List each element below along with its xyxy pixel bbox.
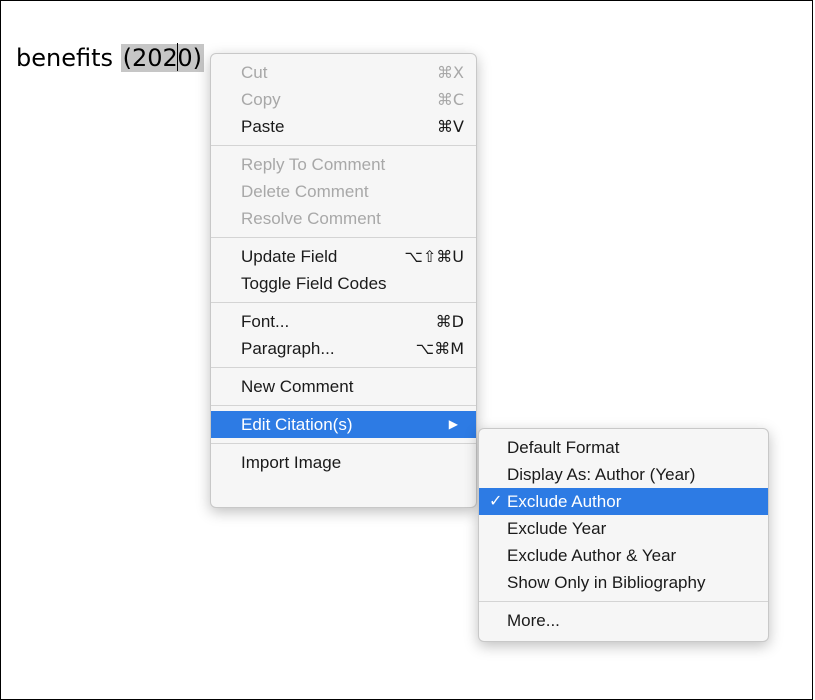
menu-item-label: Update Field [241,247,338,266]
citation-field[interactable]: (2020) [120,43,204,72]
submenu-item-show-only-in-bibliography[interactable]: Show Only in Bibliography [479,569,768,596]
menu-separator [211,405,476,406]
menu-item-update-field[interactable]: Update Field ⌥⇧⌘U [211,243,476,270]
menu-item-resolve-comment[interactable]: Resolve Comment [211,205,476,232]
submenu-item-exclude-author[interactable]: ✓ Exclude Author [479,488,768,515]
menu-item-label: Exclude Author [507,492,622,511]
shortcut-label: ⌘V [437,117,464,136]
shortcut-label: ⌘X [437,63,464,82]
document-text[interactable]: benefits (2020) [16,42,204,74]
menu-item-reply-to-comment[interactable]: Reply To Comment [211,151,476,178]
menu-item-toggle-field-codes[interactable]: Toggle Field Codes [211,270,476,297]
menu-item-label: Delete Comment [241,182,369,201]
menu-item-label: Edit Citation(s) [241,415,353,434]
menu-item-label: Cut [241,63,268,82]
menu-separator [479,601,768,602]
menu-item-label: Reply To Comment [241,155,386,174]
document-text-plain: benefits [16,44,121,72]
menu-item-label: Resolve Comment [241,209,381,228]
menu-separator [211,367,476,368]
submenu-item-display-as-author-year[interactable]: Display As: Author (Year) [479,461,768,488]
menu-separator [211,145,476,146]
citation-field-text-start: (202 [122,44,178,72]
menu-item-label: Paragraph... [241,339,335,358]
menu-item-label: Font... [241,312,290,331]
submenu-item-exclude-year[interactable]: Exclude Year [479,515,768,542]
menu-item-label: Default Format [507,438,620,457]
menu-item-font[interactable]: Font... ⌘D [211,308,476,335]
menu-item-label: Show Only in Bibliography [507,573,706,592]
menu-item-label: Toggle Field Codes [241,274,387,293]
menu-item-label: Display As: Author (Year) [507,465,696,484]
menu-item-copy[interactable]: Copy ⌘C [211,86,476,113]
menu-item-label: New Comment [241,377,354,396]
menu-item-label: Import Image [241,453,342,472]
menu-item-delete-comment[interactable]: Delete Comment [211,178,476,205]
menu-item-edit-citations[interactable]: Edit Citation(s) ▶ [211,411,476,438]
menu-item-paste[interactable]: Paste ⌘V [211,113,476,140]
menu-item-label: More... [507,611,560,630]
menu-item-paragraph[interactable]: Paragraph... ⌥⌘M [211,335,476,362]
menu-item-label: Copy [241,90,281,109]
menu-separator [211,302,476,303]
menu-item-label: Exclude Year [507,519,607,538]
shortcut-label: ⌘C [436,90,464,109]
citation-field-text-end: 0) [177,44,202,72]
edit-citations-submenu: Default Format Display As: Author (Year)… [478,428,769,642]
shortcut-label: ⌥⇧⌘U [404,247,464,266]
menu-item-new-comment[interactable]: New Comment [211,373,476,400]
menu-separator [211,237,476,238]
submenu-arrow-icon: ▶ [448,417,458,431]
checkmark-icon: ✓ [489,493,503,510]
menu-item-label: Paste [241,117,285,136]
menu-item-label: Exclude Author & Year [507,546,677,565]
shortcut-label: ⌘D [435,312,464,331]
menu-item-import-image[interactable]: Import Image [211,449,476,476]
menu-separator [211,443,476,444]
context-menu: Cut ⌘X Copy ⌘C Paste ⌘V Reply To Comment… [210,53,477,508]
submenu-item-more[interactable]: More... [479,607,768,634]
shortcut-label: ⌥⌘M [415,339,464,358]
submenu-item-exclude-author-year[interactable]: Exclude Author & Year [479,542,768,569]
menu-item-cut[interactable]: Cut ⌘X [211,59,476,86]
submenu-item-default-format[interactable]: Default Format [479,434,768,461]
